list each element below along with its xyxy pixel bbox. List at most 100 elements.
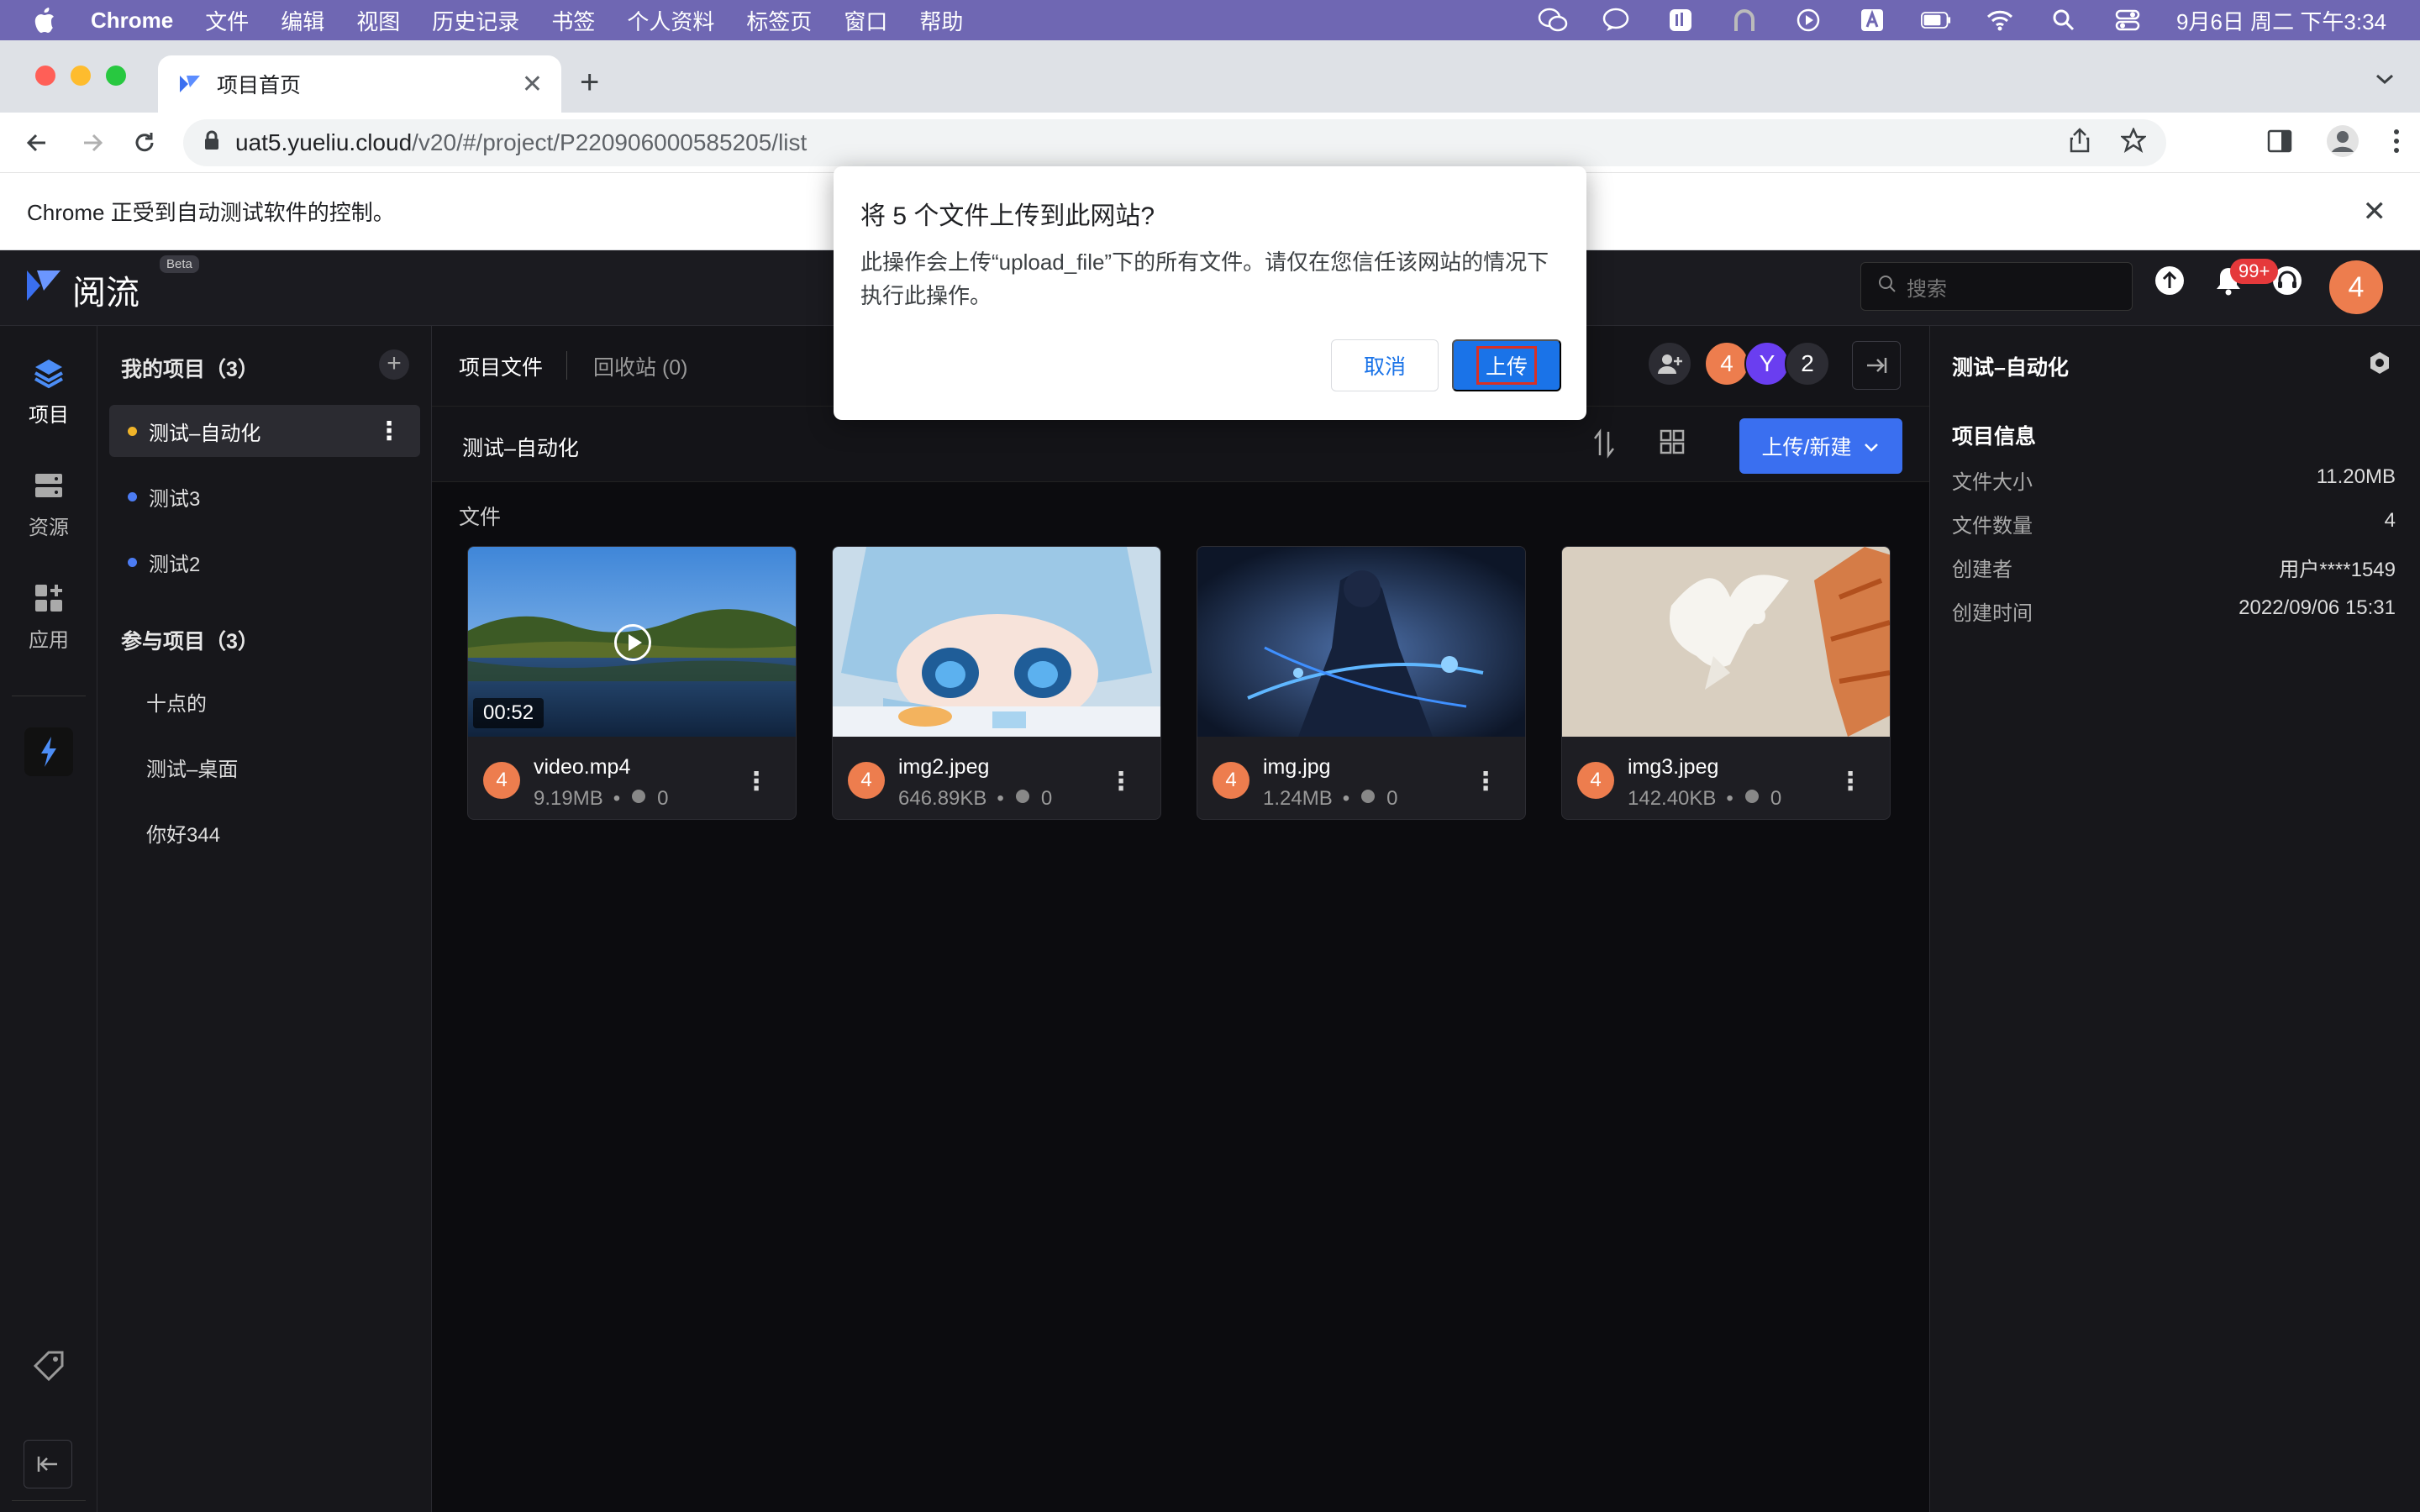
- file-card[interactable]: 4 img.jpg 1.24MB • 0 ⋮: [1197, 546, 1526, 820]
- member-avatar[interactable]: Y: [1744, 341, 1790, 386]
- minimize-window-button[interactable]: [71, 66, 91, 86]
- add-member-icon[interactable]: [1647, 341, 1692, 386]
- tab-project-files[interactable]: 项目文件: [459, 351, 543, 381]
- profile-avatar-icon[interactable]: [2326, 124, 2360, 162]
- apple-logo-icon[interactable]: [32, 7, 59, 34]
- comment-count: 0: [1040, 787, 1053, 810]
- comment-count: 0: [1386, 787, 1398, 810]
- reload-icon[interactable]: [126, 124, 163, 161]
- menu-history[interactable]: 历史记录: [432, 5, 519, 36]
- tag-icon[interactable]: [32, 1349, 66, 1387]
- input-method-icon[interactable]: [1857, 5, 1887, 35]
- infobar-close-icon[interactable]: ✕: [2363, 195, 2387, 228]
- tab-close-icon[interactable]: ✕: [522, 70, 543, 99]
- member-list[interactable]: 4 Y 2: [1647, 341, 1830, 386]
- browser-tabstrip: 项目首页 ✕ +: [0, 40, 2420, 113]
- joined-project-item[interactable]: 你好344: [109, 806, 420, 858]
- bookmark-star-icon[interactable]: [2119, 126, 2148, 159]
- project-item[interactable]: 测试3: [109, 470, 420, 522]
- member-count[interactable]: 2: [1785, 341, 1830, 386]
- info-key: 创建时间: [1952, 602, 2033, 625]
- menu-window[interactable]: 窗口: [844, 5, 887, 36]
- file-more-icon[interactable]: ⋮: [744, 767, 769, 796]
- menu-view[interactable]: 视图: [356, 5, 400, 36]
- file-info: 4 img.jpg 1.24MB • 0 ⋮: [1197, 737, 1525, 819]
- back-arrow-icon[interactable]: [18, 124, 55, 161]
- member-avatar[interactable]: 4: [1704, 341, 1749, 386]
- wechat-icon[interactable]: [1538, 5, 1568, 35]
- file-more-icon[interactable]: ⋮: [1108, 767, 1134, 796]
- address-bar[interactable]: uat5.yueliu.cloud/v20/#/project/P2209060…: [183, 119, 2166, 166]
- spotlight-search-icon[interactable]: [2049, 5, 2079, 35]
- upload-new-button[interactable]: 上传/新建: [1739, 418, 1902, 474]
- grid-view-icon[interactable]: [1659, 428, 1686, 459]
- app-logo[interactable]: 阅流: [25, 265, 139, 314]
- menu-bookmarks[interactable]: 书签: [551, 5, 595, 36]
- project-item[interactable]: 测试2: [109, 536, 420, 588]
- play-circle-icon[interactable]: [1793, 5, 1823, 35]
- menu-app-name[interactable]: Chrome: [91, 8, 173, 34]
- chat-bubble-icon[interactable]: [1602, 5, 1632, 35]
- my-projects-title: 我的项目（3）: [121, 358, 259, 381]
- menu-profiles[interactable]: 个人资料: [627, 5, 714, 36]
- arch-icon[interactable]: [1729, 5, 1760, 35]
- rail-item-resources[interactable]: 资源: [0, 469, 97, 540]
- joined-projects-title: 参与项目（3）: [121, 630, 259, 654]
- lock-icon[interactable]: [203, 129, 220, 156]
- sort-icon[interactable]: [1591, 428, 1617, 463]
- file-more-icon[interactable]: ⋮: [1473, 767, 1498, 796]
- file-card[interactable]: 00:52 4 video.mp4 9.19MB • 0 ⋮: [467, 546, 797, 820]
- file-info: 4 img2.jpeg 646.89KB • 0 ⋮: [833, 737, 1160, 819]
- joined-project-item[interactable]: 测试–桌面: [109, 741, 420, 793]
- expand-panel-icon[interactable]: [1852, 341, 1901, 390]
- joined-project-item[interactable]: 十点的: [109, 675, 420, 727]
- info-value: 4: [2384, 509, 2396, 532]
- file-size: 646.89KB: [898, 787, 987, 810]
- share-icon[interactable]: [2069, 127, 2091, 159]
- project-more-icon[interactable]: ⋮: [376, 417, 402, 446]
- tab-search-chevron-icon[interactable]: [2375, 66, 2395, 92]
- user-avatar[interactable]: 4: [2329, 260, 2383, 314]
- cancel-button[interactable]: 取消: [1331, 339, 1439, 391]
- info-value: 2022/09/06 15:31: [2238, 596, 2396, 619]
- info-value: 用户****1549: [2279, 559, 2396, 581]
- search-placeholder: 搜索: [1907, 277, 1947, 301]
- wifi-icon[interactable]: [1985, 5, 2015, 35]
- close-window-button[interactable]: [35, 66, 55, 86]
- forward-arrow-icon[interactable]: [74, 124, 111, 161]
- add-project-button[interactable]: +: [379, 349, 409, 380]
- rail-item-projects[interactable]: 项目: [0, 356, 97, 428]
- owner-avatar: 4: [1213, 762, 1249, 799]
- settings-gear-icon[interactable]: [2368, 351, 2391, 379]
- project-info-panel: 测试–自动化 项目信息 文件大小 11.20MB 文件数量 4 创建者 用户****1…: [1929, 326, 2420, 1512]
- upload-button[interactable]: 上传: [1452, 339, 1561, 391]
- project-color-dot: [128, 426, 137, 436]
- project-item-active[interactable]: 测试–自动化 ⋮: [109, 405, 420, 457]
- menubar-clock[interactable]: 9月6日 周二 下午3:34: [2176, 5, 2386, 36]
- battery-icon: [1921, 5, 1951, 35]
- file-card[interactable]: 4 img3.jpeg 142.40KB • 0 ⋮: [1561, 546, 1891, 820]
- file-more-icon[interactable]: ⋮: [1838, 767, 1863, 796]
- rail-item-plugin[interactable]: [0, 727, 97, 785]
- menu-help[interactable]: 帮助: [919, 5, 963, 36]
- browser-tab-active[interactable]: 项目首页 ✕: [158, 55, 561, 113]
- new-tab-button[interactable]: +: [580, 66, 599, 99]
- file-card[interactable]: 4 img2.jpeg 646.89KB • 0 ⋮: [832, 546, 1161, 820]
- side-panel-icon[interactable]: [2267, 129, 2292, 157]
- menu-file[interactable]: 文件: [205, 5, 249, 36]
- tab-trash[interactable]: 回收站 (0): [593, 351, 688, 381]
- menu-tabs[interactable]: 标签页: [746, 5, 812, 36]
- chrome-menu-icon[interactable]: [2393, 129, 2400, 158]
- video-duration: 00:52: [473, 698, 544, 728]
- app-tile-icon[interactable]: [1665, 5, 1696, 35]
- search-input[interactable]: 搜索: [1860, 262, 2133, 311]
- upload-circle-icon[interactable]: [2154, 265, 2185, 300]
- zoom-window-button[interactable]: [106, 66, 126, 86]
- browser-toolbar: uat5.yueliu.cloud/v20/#/project/P2209060…: [0, 113, 2420, 173]
- menu-edit[interactable]: 编辑: [281, 5, 324, 36]
- rail-item-apps[interactable]: 应用: [0, 581, 97, 653]
- control-center-icon[interactable]: [2112, 5, 2143, 35]
- play-icon[interactable]: [614, 624, 651, 661]
- collapse-sidebar-icon[interactable]: [24, 1440, 72, 1488]
- info-key: 创建者: [1952, 559, 2012, 581]
